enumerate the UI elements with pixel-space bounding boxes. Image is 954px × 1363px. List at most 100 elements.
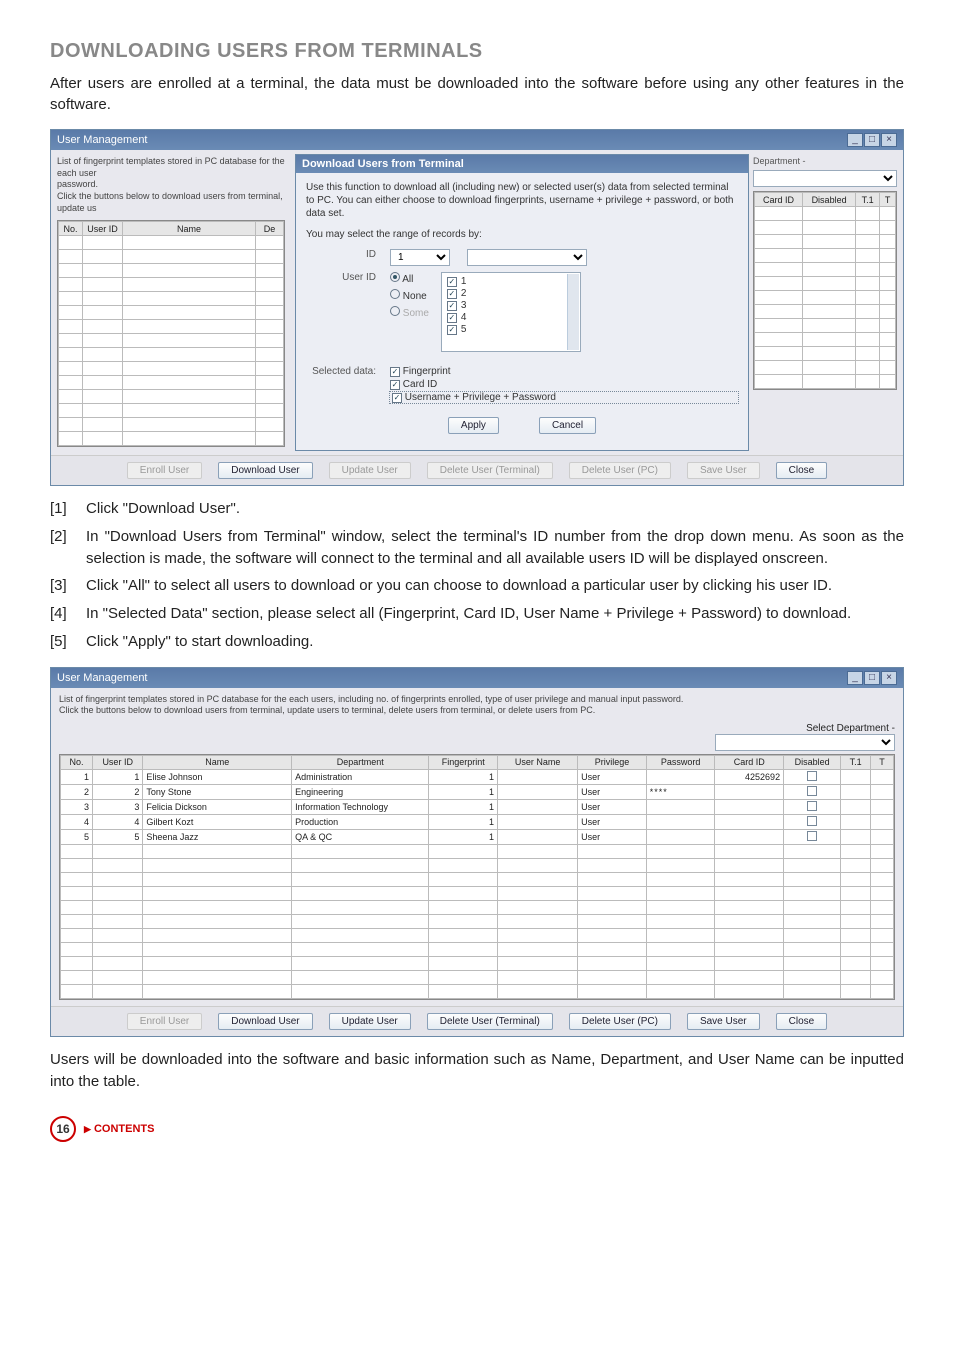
download-user-button[interactable]: Download User [218,462,312,479]
th-dis: Disabled [784,755,841,769]
user-management-window-1: User Management _ □ × List of fingerprin… [50,129,904,486]
page-footer: 16 ▶ CONTENTS [50,1116,904,1142]
th-card: Card ID [715,755,784,769]
col-name: Name [123,222,256,236]
empty-user-table: No. User ID Name De [57,220,285,447]
step-1: [1]Click "Download User". [50,498,904,520]
select-department-label: Select Department - [806,723,895,734]
update-user-button-2[interactable]: Update User [329,1013,411,1030]
delete-user-terminal-button-2[interactable]: Delete User (Terminal) [427,1013,553,1030]
selected-data-label: Selected data: [306,366,376,377]
table-row-empty [61,858,894,872]
userid-listbox[interactable]: ✓1 ✓2 ✓3 ✓4 ✓5 [441,272,581,352]
dialog-description: Use this function to download all (inclu… [306,181,738,220]
closing-text: Users will be downloaded into the softwa… [50,1049,904,1093]
table-row-empty [61,914,894,928]
department-select[interactable] [753,170,897,187]
table-row[interactable]: 33Felicia DicksonInformation Technology1… [61,799,894,814]
delete-user-pc-button-2[interactable]: Delete User (PC) [569,1013,671,1030]
th-t1b: T [871,755,894,769]
userid-label: User ID [306,272,376,283]
user-table: No. User ID Name Department Fingerprint … [59,754,895,1000]
chk-fingerprint[interactable]: ✓ Fingerprint [390,366,738,377]
maximize-button[interactable]: □ [864,133,880,147]
step-5: [5]Click "Apply" to start downloading. [50,631,904,653]
th-pw: Password [646,755,715,769]
window-controls-2: _ □ × [847,671,897,685]
table-row[interactable]: 22Tony StoneEngineering1User**** [61,784,894,799]
step-4: [4]In "Selected Data" section, please se… [50,603,904,625]
intro-text: After users are enrolled at a terminal, … [50,73,904,115]
enroll-user-button[interactable]: Enroll User [127,462,202,479]
col-cardid: Card ID [755,193,803,207]
apply-button[interactable]: Apply [448,417,499,434]
right-pane: Department - Card ID Disabled T.1 T [753,150,903,455]
select-department-dropdown[interactable] [715,734,895,751]
th-un: User Name [498,755,578,769]
triangle-icon: ▶ [84,1124,91,1134]
delete-user-terminal-button[interactable]: Delete User (Terminal) [427,462,553,479]
th-dep: Department [292,755,429,769]
close-button-footer-2[interactable]: Close [776,1013,828,1030]
table-row-empty [61,872,894,886]
enroll-user-button-2[interactable]: Enroll User [127,1013,202,1030]
radio-none[interactable]: None [390,289,429,302]
footer-button-row-1: Enroll User Download User Update User De… [51,455,903,485]
table-row-empty [61,844,894,858]
table-row[interactable]: 11Elise JohnsonAdministration1User425269… [61,769,894,784]
th-fp: Fingerprint [429,755,498,769]
table-row-empty [61,970,894,984]
close-button-2[interactable]: × [881,671,897,685]
step-2: [2]In "Download Users from Terminal" win… [50,526,904,570]
id-select[interactable]: 1 [390,249,450,266]
table-row[interactable]: 44Gilbert KoztProduction1User [61,814,894,829]
left-description: List of fingerprint templates stored in … [57,156,285,214]
th-uid: User ID [93,755,143,769]
table-row-empty [61,956,894,970]
chk-cardid[interactable]: ✓ Card ID [390,379,738,390]
delete-user-pc-button[interactable]: Delete User (PC) [569,462,671,479]
left-pane: List of fingerprint templates stored in … [51,150,291,455]
table-row-empty [61,886,894,900]
save-user-button[interactable]: Save User [687,462,760,479]
win2-description: List of fingerprint templates stored in … [59,694,895,717]
col-dep: De [256,222,284,236]
cancel-button[interactable]: Cancel [539,417,596,434]
col-t1: T.1 [856,193,880,207]
page-number: 16 [50,1116,76,1142]
chk-username-priv-pw[interactable]: ✓ Username + Privilege + Password [390,392,738,403]
user-management-window-2: User Management _ □ × List of fingerprin… [50,667,904,1037]
table-row-empty [61,942,894,956]
radio-some[interactable]: Some [390,306,429,319]
window-title-bar: User Management _ □ × [51,130,903,150]
terminal-select[interactable] [467,249,587,266]
table-row-empty [61,928,894,942]
close-button[interactable]: × [881,133,897,147]
window-controls: _ □ × [847,133,897,147]
window-title-2: User Management [57,672,148,684]
col-disabled: Disabled [803,193,856,207]
table-row-empty [61,900,894,914]
footer-button-row-2: Enroll User Download User Update User De… [51,1006,903,1036]
window-title: User Management [57,134,148,146]
instruction-steps: [1]Click "Download User". [2]In "Downloa… [50,498,904,653]
save-user-button-2[interactable]: Save User [687,1013,760,1030]
th-no: No. [61,755,93,769]
dialog-title: Download Users from Terminal [296,155,748,173]
col-t: T [880,193,896,207]
scrollbar[interactable] [567,274,579,350]
close-button-footer[interactable]: Close [776,462,828,479]
range-label: You may select the range of records by: [306,228,738,241]
page-heading: DOWNLOADING USERS FROM TERMINALS [50,40,904,63]
download-users-dialog: Download Users from Terminal Use this fu… [295,154,749,451]
id-label: ID [306,249,376,260]
table-row[interactable]: 55Sheena JazzQA & QC1User [61,829,894,844]
contents-link[interactable]: ▶ CONTENTS [84,1123,154,1135]
col-no: No. [59,222,83,236]
minimize-button-2[interactable]: _ [847,671,863,685]
update-user-button[interactable]: Update User [329,462,411,479]
maximize-button-2[interactable]: □ [864,671,880,685]
minimize-button[interactable]: _ [847,133,863,147]
radio-all[interactable]: All [390,272,429,285]
download-user-button-2[interactable]: Download User [218,1013,312,1030]
